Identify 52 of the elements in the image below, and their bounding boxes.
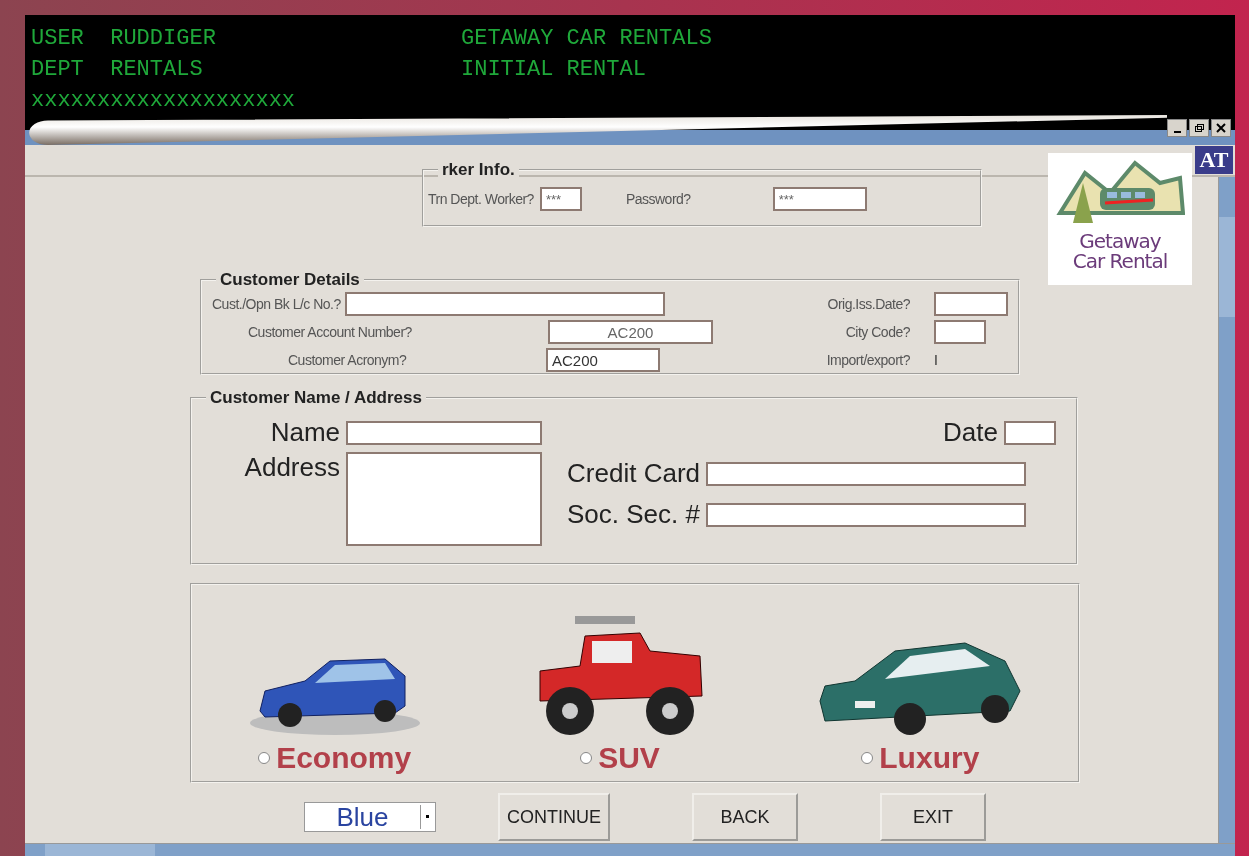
- input-field[interactable]: [934, 292, 1008, 316]
- field-label: Import/export?: [825, 352, 910, 368]
- radio-button[interactable]: [258, 752, 271, 764]
- minimize-button[interactable]: [1167, 119, 1187, 137]
- field-label: Address: [244, 452, 340, 483]
- field-label: Password?: [625, 191, 691, 207]
- field-value: I: [934, 352, 938, 368]
- field-label: Soc. Sec. #: [567, 499, 700, 530]
- group-title: rker Info.: [438, 160, 519, 180]
- field-label: Trn Dept. Worker?: [428, 191, 534, 207]
- action-button[interactable]: EXIT: [880, 793, 986, 841]
- input-field[interactable]: AC200: [548, 320, 713, 344]
- close-button[interactable]: [1211, 119, 1231, 137]
- company-logo: Getaway Car Rental: [1048, 153, 1192, 285]
- input-field[interactable]: [706, 502, 1026, 527]
- maximize-button[interactable]: [1189, 119, 1209, 137]
- input-field[interactable]: ***: [539, 187, 582, 211]
- terminal-text: DEPT RENTALS: [31, 57, 204, 82]
- field-label: Orig.Iss.Date?: [826, 296, 910, 312]
- radio-button[interactable]: [580, 752, 593, 764]
- field-label: Date: [943, 417, 998, 448]
- app-logo: AT: [1195, 146, 1233, 174]
- minimize-icon: [1173, 131, 1181, 133]
- input-field[interactable]: [1004, 420, 1056, 445]
- input-field[interactable]: [706, 461, 1026, 486]
- terminal-text: USER RUDDIGER: [31, 26, 217, 51]
- field-label: Customer Account Number?: [248, 324, 413, 340]
- text-area[interactable]: [346, 452, 542, 546]
- action-button[interactable]: CONTINUE: [498, 793, 610, 841]
- field-label: Customer Acronym?: [288, 352, 408, 368]
- color-dropdown[interactable]: Blue: [304, 802, 436, 832]
- field-label: Name: [270, 417, 340, 448]
- restore-icon: [1194, 123, 1204, 133]
- option-label: SUV: [598, 741, 660, 775]
- terminal-text: xxxxxxxxxxxxxxxxxxxx: [31, 88, 297, 113]
- field-label: Cust./Opn Bk L/c No.?: [212, 296, 341, 312]
- input-field[interactable]: [346, 420, 542, 445]
- action-button[interactable]: BACK: [692, 793, 798, 841]
- input-field[interactable]: [344, 292, 665, 316]
- option-label: Economy: [276, 741, 412, 775]
- horizontal-scrollbar[interactable]: [25, 843, 1235, 856]
- input-field[interactable]: [934, 320, 986, 344]
- close-icon: [1216, 123, 1226, 133]
- input-field[interactable]: ***: [772, 187, 867, 211]
- terminal-text: GETAWAY CAR RENTALS: [461, 26, 712, 51]
- option-label: Luxury: [879, 741, 980, 775]
- radio-button[interactable]: [861, 752, 874, 764]
- input-field[interactable]: AC200: [546, 348, 660, 372]
- field-label: Credit Card: [567, 458, 700, 489]
- terminal-text: INITIAL RENTAL: [461, 57, 646, 82]
- vertical-scrollbar[interactable]: [1218, 177, 1235, 843]
- field-label: City Code?: [844, 324, 910, 340]
